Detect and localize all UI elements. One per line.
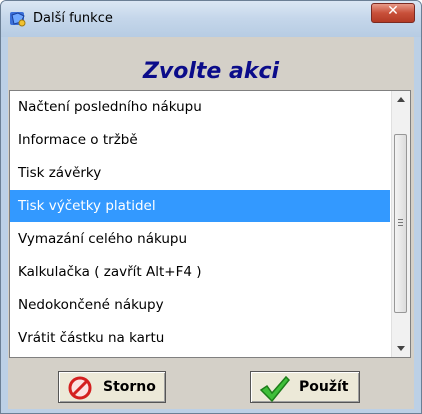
list-item[interactable]: Kalkulačka ( zavřít Alt+F4 ) — [10, 256, 390, 288]
vertical-scrollbar[interactable] — [391, 91, 410, 357]
dialog-window: Další funkce ✕ Zvolte akci Načtení posle… — [0, 0, 422, 414]
list-item[interactable]: Vrátit částku na kartu — [10, 322, 390, 354]
scroll-up-button[interactable] — [392, 91, 410, 108]
arrow-up-icon — [397, 97, 405, 102]
list-item-selected[interactable]: Tisk výčetky platidel — [10, 190, 390, 222]
cancel-button-label: Storno — [103, 379, 156, 395]
apply-button[interactable]: Použít — [250, 371, 360, 403]
scroll-down-button[interactable] — [392, 340, 410, 357]
title-bar[interactable]: Další funkce ✕ — [1, 1, 421, 37]
dialog-heading: Zvolte akci — [142, 59, 280, 84]
close-icon: ✕ — [387, 3, 399, 19]
no-entry-icon — [67, 375, 93, 406]
window-title: Další funkce — [33, 11, 113, 26]
cancel-button[interactable]: Storno — [58, 371, 166, 403]
list-item[interactable]: Tisk závěrky — [10, 157, 390, 189]
app-icon — [9, 10, 27, 28]
checkmark-icon — [259, 375, 291, 408]
action-list[interactable]: Načtení posledního nákupu Informace o tr… — [9, 90, 411, 358]
list-item[interactable]: Nedokončené nákupy — [10, 289, 390, 321]
list-item[interactable]: Načtení posledního nákupu — [10, 91, 390, 123]
apply-button-label: Použít — [299, 379, 349, 395]
list-item[interactable]: Vymazání celého nákupu — [10, 223, 390, 255]
grip-icon — [398, 219, 403, 228]
list-item[interactable]: Informace o tržbě — [10, 124, 390, 156]
arrow-down-icon — [397, 346, 405, 351]
scrollbar-thumb[interactable] — [394, 134, 407, 313]
dialog-client-area: Zvolte akci Načtení posledního nákupu In… — [8, 37, 414, 409]
close-button[interactable]: ✕ — [371, 3, 415, 23]
